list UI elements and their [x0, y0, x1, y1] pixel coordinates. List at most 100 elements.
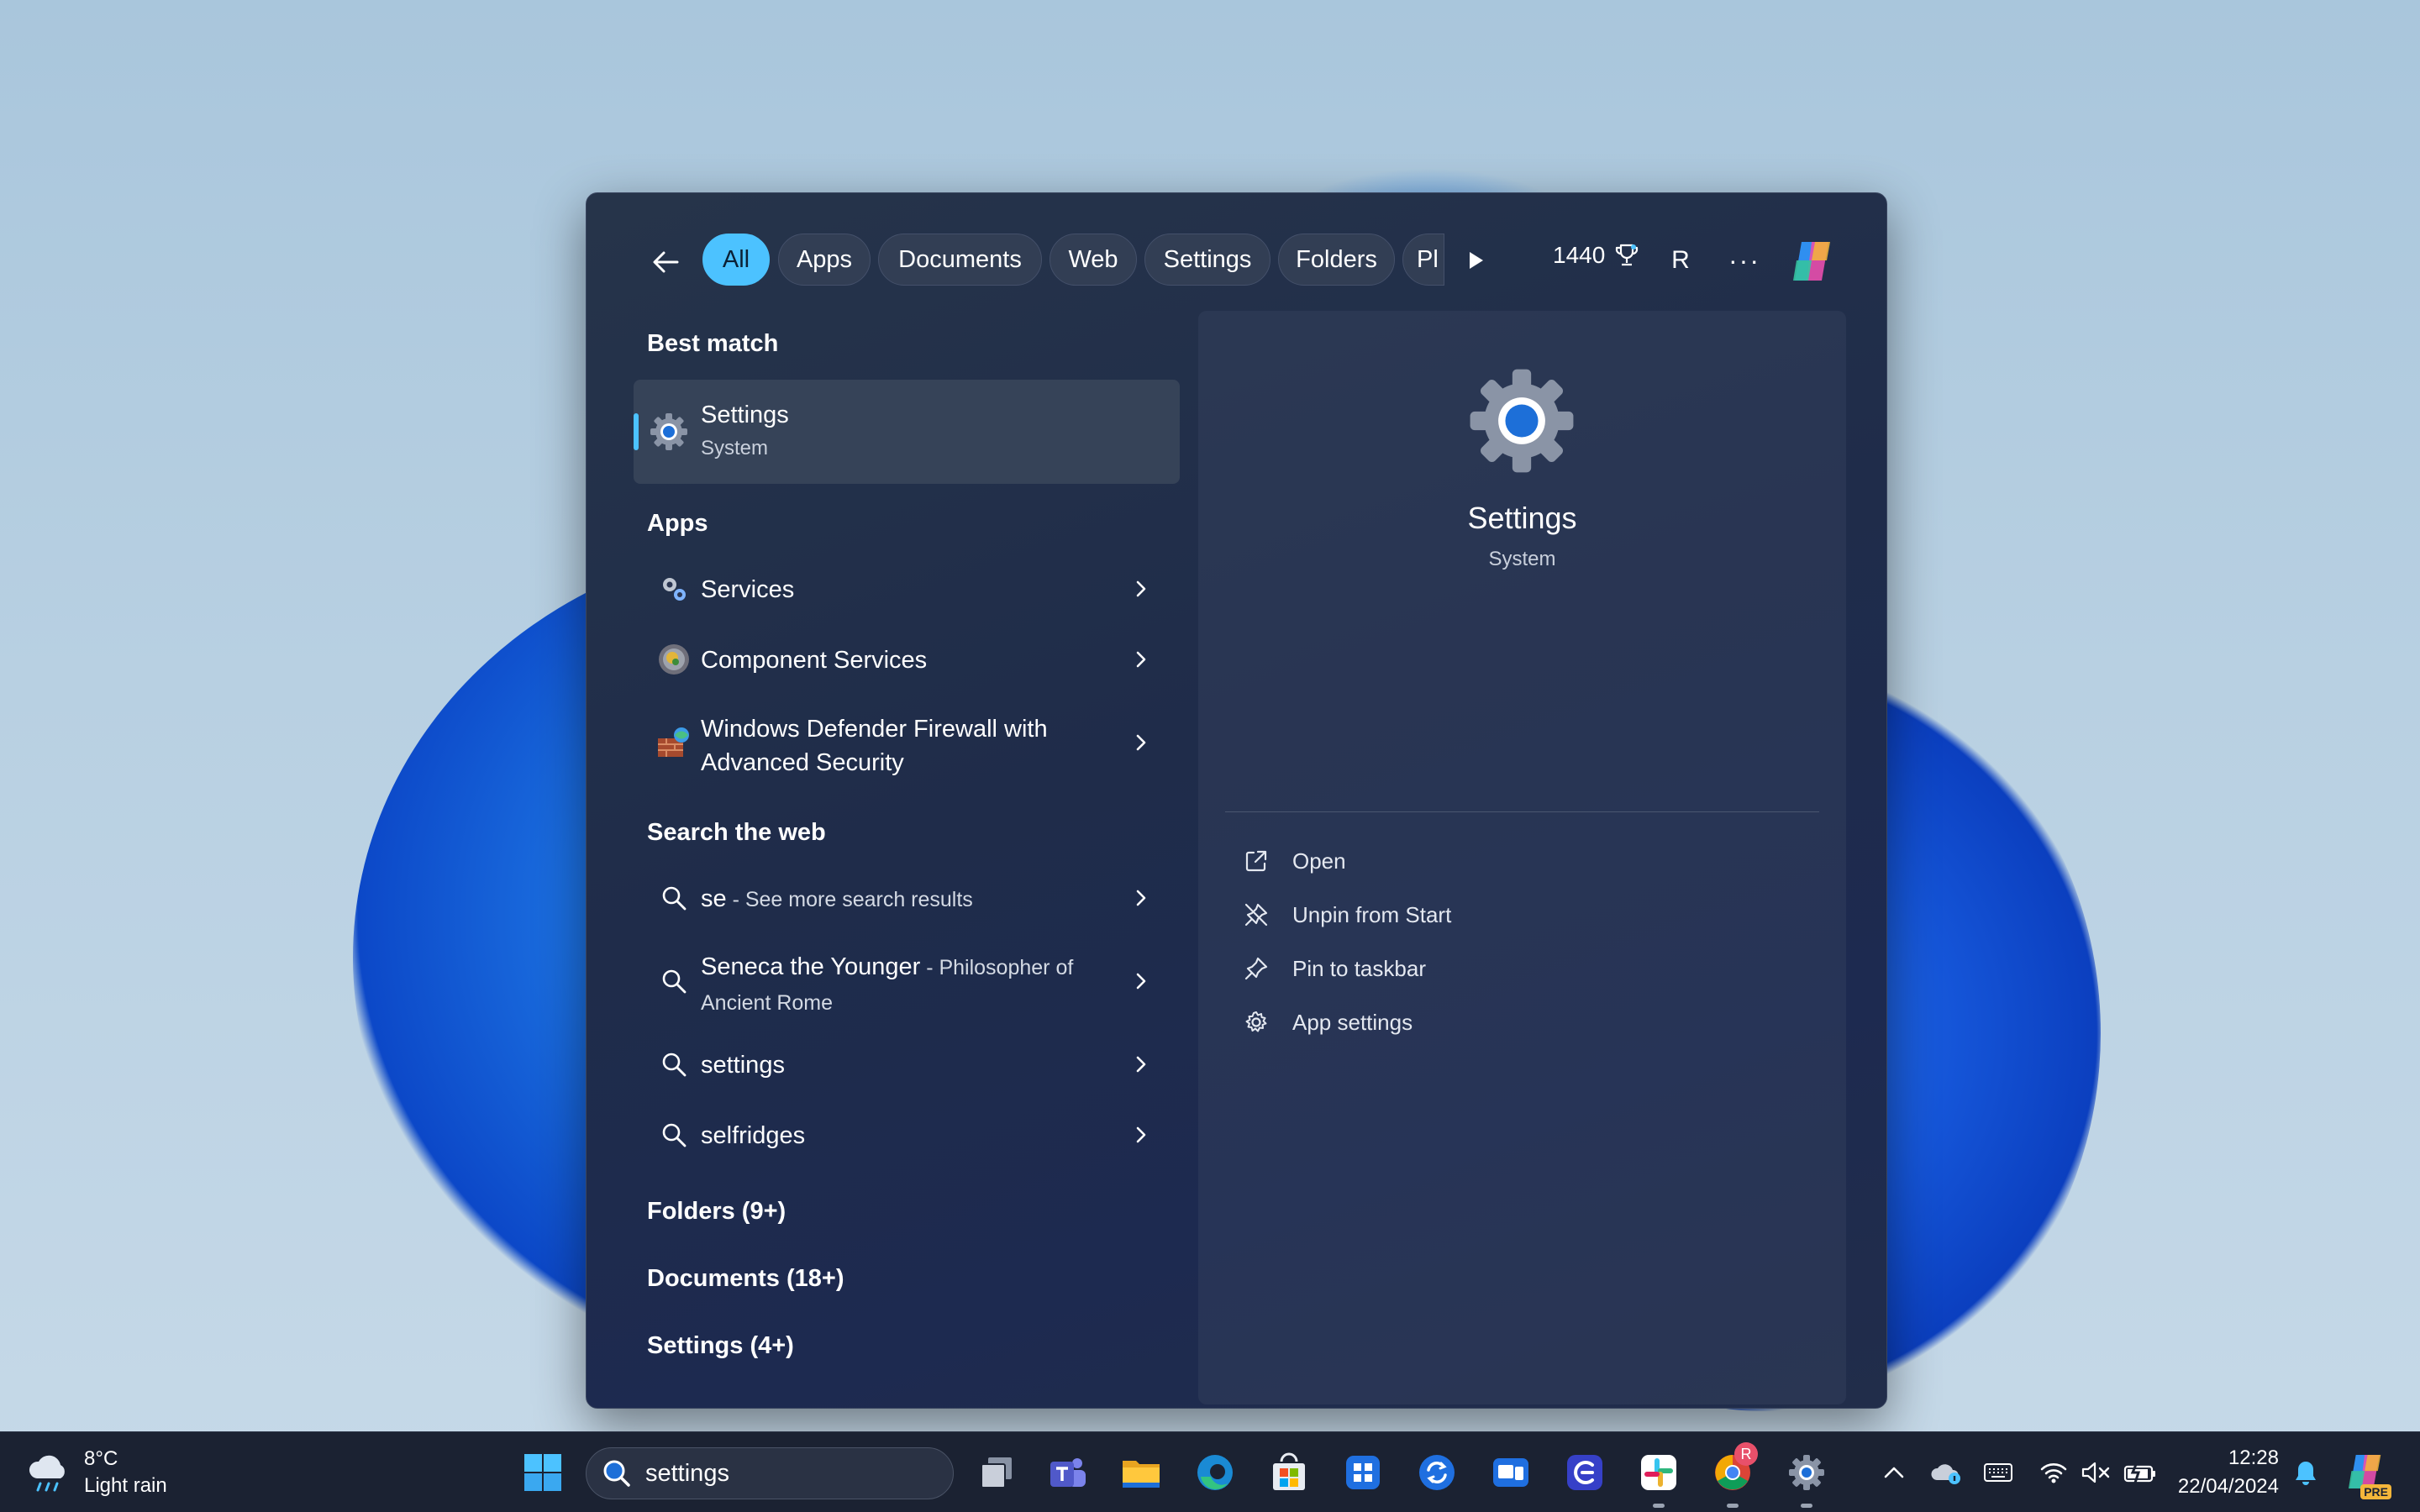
selection-indicator — [634, 413, 639, 450]
chevron-right-icon — [1131, 643, 1151, 676]
best-match-subtitle: System — [701, 437, 769, 459]
edge-icon — [1197, 1455, 1233, 1490]
rewards-points[interactable]: 1440 — [1553, 242, 1640, 269]
app-result-services[interactable]: Services — [634, 558, 1180, 620]
action-label: Unpin from Start — [1292, 901, 1452, 927]
app-button-sync[interactable] — [1412, 1447, 1462, 1498]
back-button[interactable] — [640, 237, 691, 287]
app-button-blue-grid[interactable] — [1338, 1447, 1388, 1498]
detail-divider — [1225, 811, 1819, 812]
onedrive-tray-button[interactable] — [1929, 1452, 1963, 1493]
search-flyout: All Apps Documents Web Settings Folders … — [586, 192, 1887, 1409]
weather-desc: Light rain — [84, 1474, 167, 1497]
volume-muted-icon — [2081, 1462, 2110, 1483]
play-icon — [1470, 252, 1483, 269]
notifications-button[interactable] — [2289, 1452, 2323, 1493]
gear-icon — [1242, 1008, 1270, 1037]
action-app-settings[interactable]: App settings — [1242, 1001, 1413, 1043]
settings-heading[interactable]: Settings (4+) — [647, 1332, 794, 1360]
tab-folders[interactable]: Folders — [1278, 234, 1395, 286]
web-result-hint-line2: Ancient Rome — [701, 991, 834, 1015]
microsoft-store-button[interactable] — [1264, 1447, 1314, 1498]
tab-apps[interactable]: Apps — [778, 234, 871, 286]
clock[interactable]: 12:28 22/04/2024 — [2168, 1444, 2279, 1501]
best-match-settings[interactable]: Settings System — [634, 380, 1180, 484]
app-result-component-services[interactable]: Component Services — [634, 628, 1180, 690]
action-label: Pin to taskbar — [1292, 955, 1426, 981]
windows-logo-icon — [524, 1454, 561, 1491]
slack-button[interactable] — [1634, 1447, 1684, 1508]
edge-button[interactable] — [1190, 1447, 1240, 1498]
open-external-icon — [1242, 847, 1270, 875]
tab-documents[interactable]: Documents — [878, 234, 1042, 286]
search-query-text: settings — [645, 1459, 729, 1487]
web-result-se[interactable]: se - See more search results — [634, 867, 1180, 929]
battery-tray-button[interactable] — [2123, 1452, 2158, 1493]
clock-time: 12:28 — [2228, 1446, 2279, 1469]
taskbar-search-input[interactable]: settings — [586, 1447, 954, 1499]
clipchamp-icon — [1567, 1455, 1602, 1490]
search-icon — [655, 963, 692, 1000]
copilot-taskbar-button[interactable]: PRE — [2341, 1447, 2391, 1499]
weather-text: 8°C Light rain — [84, 1446, 167, 1499]
tab-settings[interactable]: Settings — [1144, 234, 1270, 286]
more-options-button[interactable]: ··· — [1723, 239, 1766, 282]
search-web-heading: Search the web — [647, 819, 826, 846]
search-icon — [655, 879, 692, 916]
best-match-heading: Best match — [647, 330, 779, 357]
bell-icon — [2296, 1462, 2316, 1485]
task-view-button[interactable] — [971, 1447, 1022, 1498]
chevron-right-icon — [1131, 572, 1151, 606]
unpin-icon — [1242, 900, 1270, 929]
teams-button[interactable] — [1043, 1447, 1093, 1498]
tab-photos[interactable]: Pl — [1402, 234, 1444, 286]
app-result-windows-defender-firewall[interactable]: Windows Defender Firewall with Advanced … — [634, 699, 1180, 786]
filter-bar: All Apps Documents Web Settings Folders … — [587, 193, 1886, 328]
chevron-right-icon — [1131, 964, 1151, 998]
search-icon — [655, 1116, 692, 1153]
action-pin-to-taskbar[interactable]: Pin to taskbar — [1242, 948, 1426, 990]
tab-all[interactable]: All — [702, 234, 770, 286]
app-result-label-line1: Windows Defender Firewall with — [701, 716, 1048, 743]
keyboard-tray-button[interactable] — [1981, 1452, 2015, 1493]
volume-tray-button[interactable] — [2079, 1452, 2112, 1493]
app-button-clipchamp[interactable] — [1560, 1447, 1610, 1498]
copilot-button[interactable] — [1786, 235, 1839, 287]
chevron-right-icon — [1131, 1047, 1151, 1081]
start-button[interactable] — [518, 1447, 568, 1498]
chrome-profile-badge: R — [1734, 1442, 1758, 1466]
weather-temp: 8°C — [84, 1447, 118, 1470]
web-result-selfridges[interactable]: selfridges — [634, 1104, 1180, 1166]
chrome-button[interactable]: R — [1707, 1442, 1758, 1508]
folders-heading[interactable]: Folders (9+) — [647, 1198, 786, 1226]
action-unpin-from-start[interactable]: Unpin from Start — [1242, 894, 1451, 936]
clock-date: 22/04/2024 — [2177, 1475, 2279, 1498]
apps-heading: Apps — [647, 510, 708, 537]
web-result-seneca[interactable]: Seneca the Younger - Philosopher of Anci… — [634, 937, 1180, 1025]
more-icon: ··· — [1728, 244, 1760, 276]
chevron-right-icon — [1131, 726, 1151, 759]
folder-icon — [1123, 1461, 1160, 1488]
web-result-settings[interactable]: settings — [634, 1033, 1180, 1095]
account-avatar[interactable]: R — [1660, 240, 1701, 281]
show-hidden-icons-button[interactable] — [1879, 1452, 1909, 1493]
weather-widget[interactable]: 8°C Light rain — [25, 1442, 167, 1503]
sync-app-icon — [1419, 1455, 1455, 1490]
web-result-hint: - See more search results — [726, 888, 973, 911]
documents-heading[interactable]: Documents (18+) — [647, 1265, 844, 1293]
app-result-label: Component Services — [701, 647, 928, 674]
wifi-tray-button[interactable] — [2037, 1452, 2070, 1493]
trophy-icon — [1616, 244, 1639, 266]
chevron-right-icon — [1131, 1118, 1151, 1152]
app-result-label-line2: Advanced Security — [701, 749, 904, 776]
search-icon — [655, 1046, 692, 1083]
action-open[interactable]: Open — [1242, 840, 1346, 882]
web-result-query: se — [701, 885, 727, 912]
running-indicator — [1653, 1504, 1665, 1508]
settings-taskbar-button[interactable] — [1781, 1447, 1832, 1508]
file-explorer-button[interactable] — [1116, 1447, 1166, 1498]
scroll-tabs-button[interactable] — [1452, 237, 1499, 284]
settings-gear-icon — [1789, 1455, 1824, 1490]
app-button-phone-link[interactable] — [1486, 1447, 1536, 1498]
tab-web[interactable]: Web — [1050, 234, 1137, 286]
